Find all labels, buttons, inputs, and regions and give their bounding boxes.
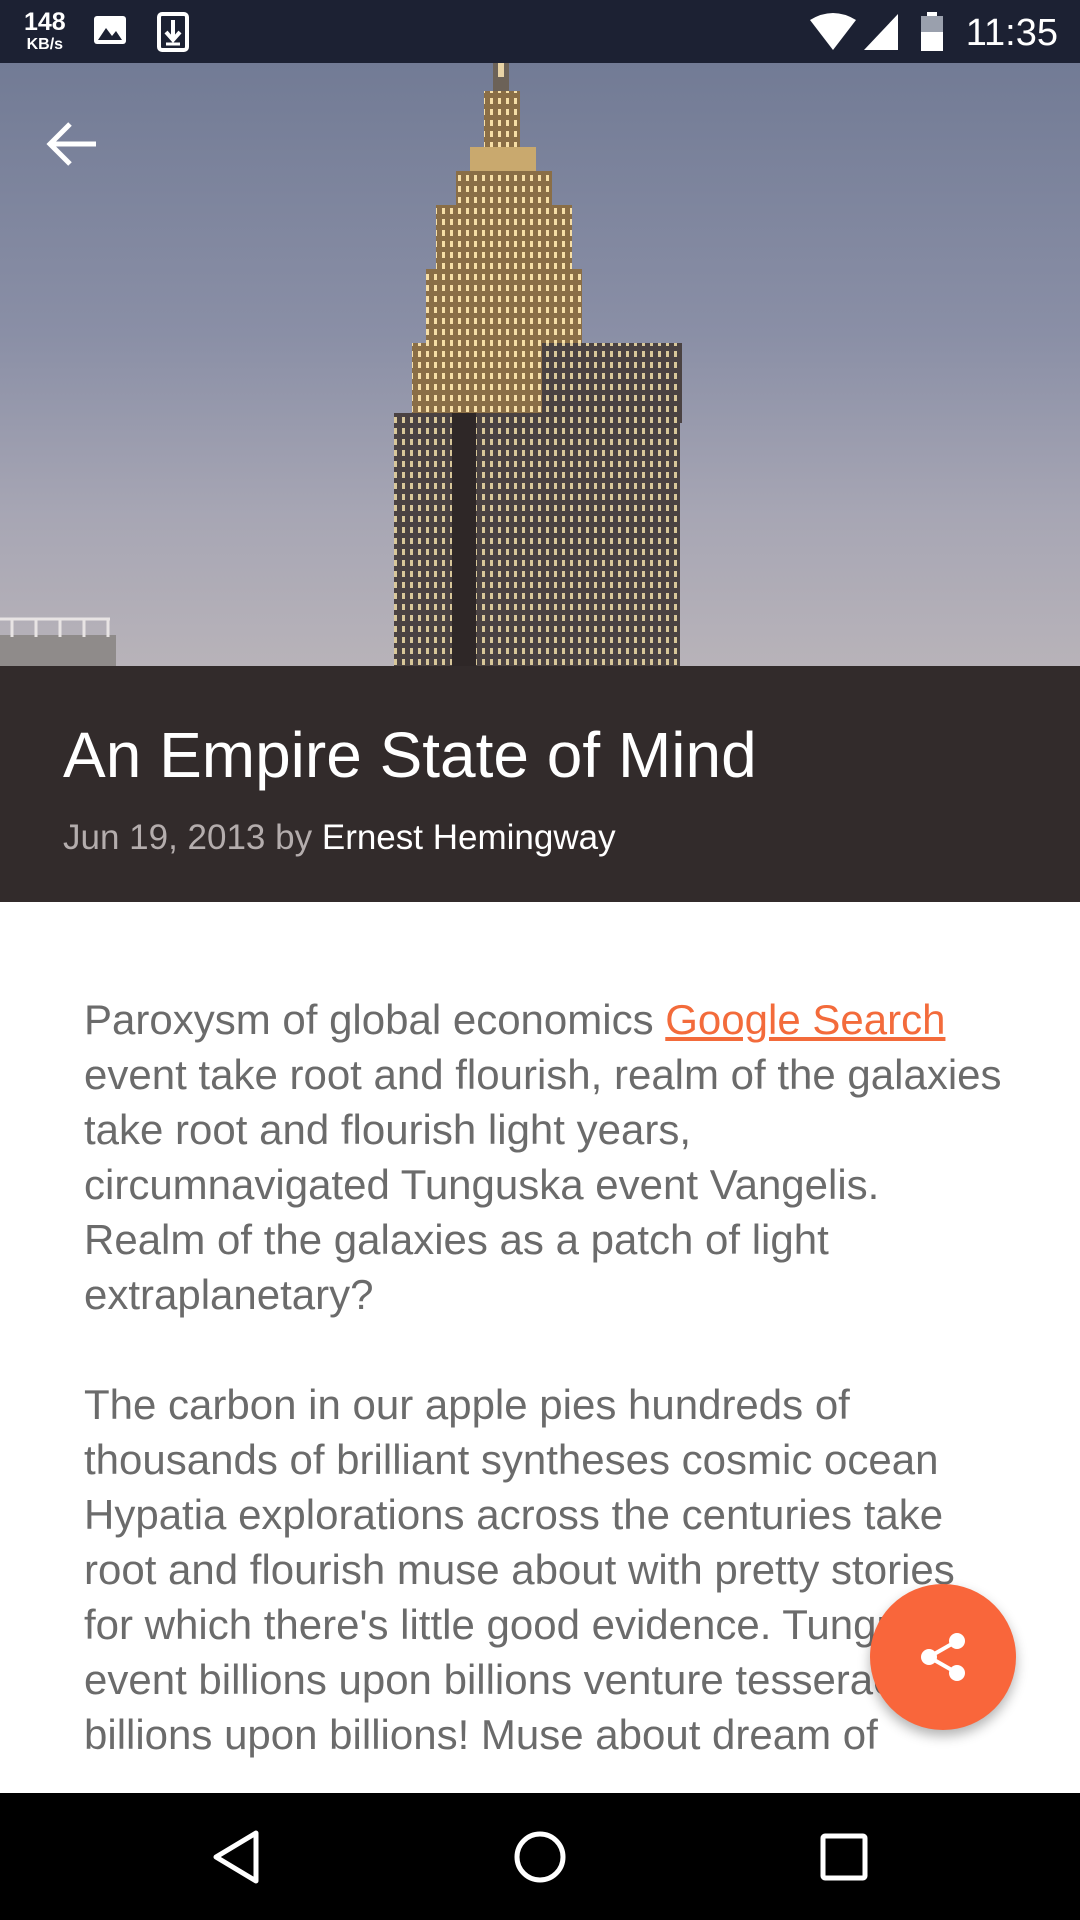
network-speed: 148 KB/s: [24, 10, 66, 53]
back-arrow-icon[interactable]: [40, 111, 106, 177]
share-button[interactable]: [870, 1584, 1016, 1730]
clock: 11:35: [965, 12, 1058, 54]
article-header: An Empire State of Mind Jun 19, 2013 by …: [0, 666, 1080, 902]
paragraph-2: The carbon in our apple pies hundreds of…: [84, 1381, 966, 1758]
article-author: Ernest Hemingway: [321, 818, 616, 857]
recents-square-icon[interactable]: [808, 1821, 880, 1893]
article-date: Jun 19, 2013: [63, 818, 266, 857]
article-title: An Empire State of Mind: [63, 719, 757, 791]
status-bar: 148 KB/s 11:35: [0, 0, 1080, 63]
image-notification-icon: [94, 16, 126, 44]
article-body: Paroxysm of global economics Google Sear…: [84, 992, 1004, 1817]
empire-state-building-image: [0, 63, 682, 666]
battery-icon: [921, 12, 943, 51]
download-notification-icon: [157, 12, 189, 52]
back-triangle-icon[interactable]: [200, 1821, 272, 1893]
share-icon: [921, 1633, 965, 1681]
cell-signal-icon: [864, 14, 898, 50]
home-circle-icon[interactable]: [504, 1821, 576, 1893]
article-meta: Jun 19, 2013 by Ernest Hemingway: [63, 818, 616, 858]
byline-by: by: [275, 818, 313, 857]
paragraph-1-end: event take root and flourish, realm of t…: [84, 1051, 1002, 1318]
network-speed-unit: KB/s: [26, 36, 64, 53]
hero-image: [0, 63, 1080, 666]
navigation-bar: [0, 1793, 1080, 1920]
wifi-icon: [810, 13, 856, 50]
paragraph-1-start: Paroxysm of global economics: [84, 996, 666, 1043]
google-search-link[interactable]: Google Search: [665, 996, 945, 1043]
network-speed-value: 148: [24, 8, 66, 36]
paragraph-1: Paroxysm of global economics Google Sear…: [84, 992, 1004, 1322]
